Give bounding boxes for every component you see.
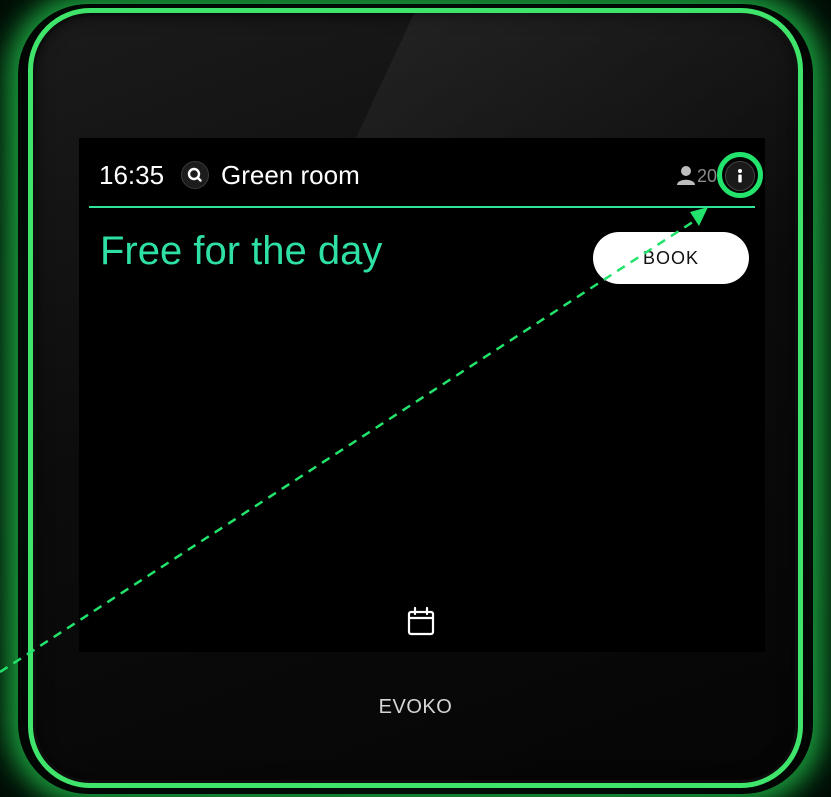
- book-button[interactable]: BOOK: [593, 232, 749, 284]
- room-panel-screen: 16:35 Green room 20 Free for the day BOO…: [79, 138, 765, 652]
- top-bar: 16:35 Green room 20: [99, 152, 763, 198]
- calendar-icon[interactable]: [405, 606, 437, 638]
- header-divider: [89, 206, 755, 208]
- device-brand-logo: EVOKO: [378, 696, 453, 718]
- room-capacity: 20: [697, 166, 717, 186]
- availability-status: Free for the day: [100, 229, 383, 273]
- clock-time: 16:35: [99, 160, 165, 190]
- search-icon-glyph: [187, 167, 202, 182]
- room-name: Green room: [221, 160, 360, 190]
- device-photo: 16:35 Green room 20 Free for the day BOO…: [0, 0, 831, 797]
- search-icon[interactable]: [181, 161, 209, 189]
- info-highlight-ring: [717, 152, 763, 198]
- person-icon: [677, 166, 695, 185]
